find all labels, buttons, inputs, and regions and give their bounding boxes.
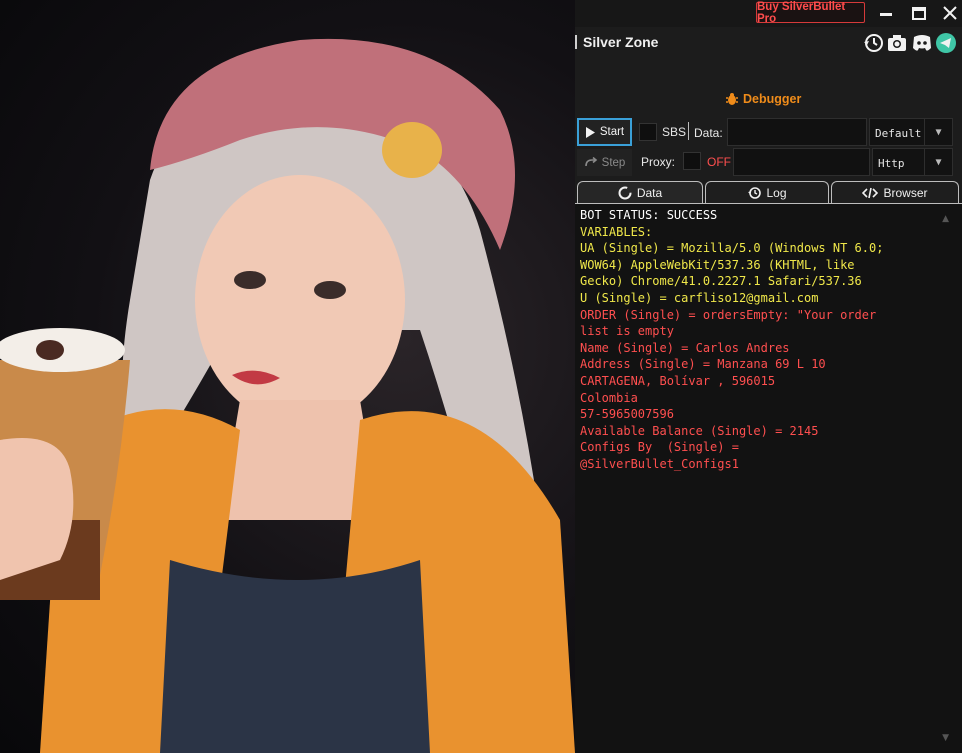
log-line: VARIABLES: [580,224,653,239]
maximize-button[interactable] [908,3,930,23]
scroll-down-icon[interactable]: ▼ [942,733,949,743]
output-tabs: Data Log Browser [575,181,962,203]
close-button[interactable] [939,3,961,23]
history-icon [748,186,762,199]
log-line: Name (Single) = Carlos Andres [580,340,790,355]
log-line: Colombia [580,390,638,405]
maximize-icon [912,7,926,20]
tab-browser-label: Browser [883,185,928,200]
tab-browser[interactable]: Browser [831,181,959,203]
tab-log[interactable]: Log [705,181,829,203]
title-bar: Buy SilverBullet Pro [575,0,962,27]
log-line: Gecko) Chrome/41.0.2227.1 Safari/537.36 [580,274,862,289]
data-type-select[interactable]: Default ▼ [869,118,953,146]
minimize-icon [880,13,892,16]
minimize-button[interactable] [875,3,897,23]
scroll-up-icon[interactable]: ▲ [942,214,949,224]
discord-icon[interactable] [911,32,933,54]
step-button-label: Step [601,156,626,169]
buy-pro-button[interactable]: Buy SilverBullet Pro [756,1,865,25]
data-label: Data: [694,126,723,140]
log-line: Configs By (Single) = [580,440,739,455]
data-type-value: Default [875,127,922,140]
debugger-heading: Debugger [725,92,801,106]
telegram-icon[interactable] [935,32,957,54]
log-line: BOT STATUS: SUCCESS [580,208,718,222]
app-header: Silver Zone [575,27,962,57]
log-line: CARTAGENA, Bolívar , 596015 [580,373,776,388]
debugger-output[interactable]: BOT STATUS: SUCCESS VARIABLES: UA (Single)… [575,203,962,753]
chevron-down-icon: ▼ [924,119,952,145]
chevron-down-icon: ▼ [924,149,952,175]
proxy-type-value: Http [878,157,905,170]
proxy-label: Proxy: [641,155,676,169]
log-line: Address (Single) = Manzana 69 L 10 [580,357,826,372]
debugger-label: Debugger [743,92,802,106]
step-button[interactable]: Step [577,149,632,176]
refresh-icon [618,186,632,199]
proxy-state: OFF [707,155,731,169]
silverbullet-window: Buy SilverBullet Pro Silver Zone Debugge… [575,0,962,753]
start-button-label: Start [599,126,625,138]
camera-icon[interactable] [886,32,908,54]
background-artwork [0,0,575,753]
log-line: UA (Single) = Mozilla/5.0 (Windows NT 6.… [580,241,884,256]
log-line: Available Balance (Single) = 2145 [580,423,819,438]
data-input[interactable] [727,118,867,146]
proxy-type-select[interactable]: Http ▼ [872,148,953,176]
bug-icon [726,93,738,105]
log-line: 57-5965007596 [580,407,674,422]
proxy-input[interactable] [733,148,870,176]
proxy-checkbox[interactable] [683,152,701,170]
artwork-illustration [0,38,575,753]
log-line: U (Single) = carfliso12@gmail.com [580,290,819,305]
log-line: list is empty [580,324,674,339]
log-line: ORDER (Single) = ordersEmpty: "Your orde… [580,307,877,322]
play-icon [585,126,595,138]
log-line: WOW64) AppleWebKit/537.36 (KHTML, like [580,257,855,272]
code-icon [862,187,879,198]
separator [688,122,689,140]
sbs-checkbox[interactable] [639,123,657,141]
output-lines: BOT STATUS: SUCCESS VARIABLES: UA (Single)… [580,207,930,473]
tab-log-label: Log [766,185,787,200]
log-line: @SilverBullet_Configs1 [580,456,739,471]
app-title: Silver Zone [583,34,659,50]
tab-data-label: Data [636,185,663,200]
sbs-label: SBS [662,125,687,139]
start-button[interactable]: Start [577,118,632,146]
tab-data[interactable]: Data [577,181,703,203]
redo-icon [584,157,597,167]
close-icon [943,6,957,20]
history-icon[interactable] [862,32,884,54]
window-edge-marker [575,35,579,49]
